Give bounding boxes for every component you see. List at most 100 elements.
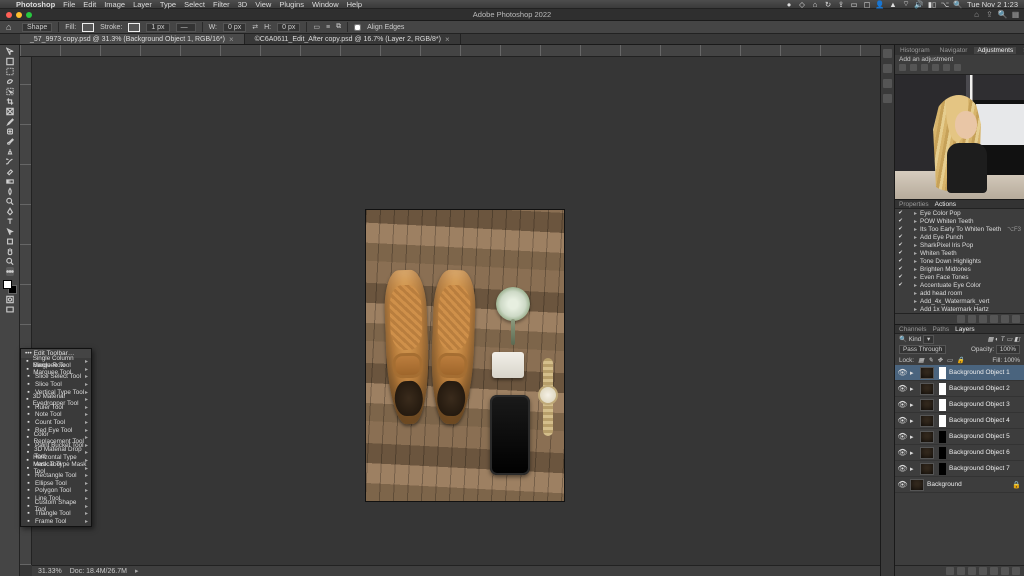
tab-swatches[interactable]: Swatches [1020, 47, 1024, 54]
action-row[interactable]: ▸Add 1x Watermark Hartz [895, 305, 1024, 313]
adj-exposure-icon[interactable] [932, 64, 939, 71]
filter-shape-icon[interactable]: ▭ [1006, 336, 1012, 343]
frame-tool[interactable] [6, 107, 14, 116]
clone-stamp-tool[interactable] [6, 147, 14, 156]
adj-levels-icon[interactable] [910, 64, 917, 71]
layer-thumbnail[interactable] [920, 447, 934, 459]
layer-thumbnail[interactable] [920, 415, 934, 427]
chevron-right-icon[interactable]: ▸ [914, 234, 917, 241]
lock-all-icon[interactable]: 🔒 [957, 356, 965, 364]
flyout-item[interactable]: ▪Vertical Type Mask Tool▸ [21, 464, 91, 472]
layer-fx-icon[interactable] [957, 567, 965, 575]
edit-toolbar-button[interactable] [6, 267, 14, 276]
actions-newset-icon[interactable] [990, 315, 998, 323]
cloud-docs-icon[interactable]: ⌂ [972, 10, 981, 19]
status-cast-icon[interactable]: ▭ [850, 0, 858, 8]
chevron-right-icon[interactable]: ▸ [910, 401, 917, 409]
action-enabled-checkbox[interactable]: ✔ [898, 251, 903, 256]
dock-icon-gradients[interactable] [883, 79, 892, 88]
blend-mode-select[interactable]: Pass Through [899, 345, 946, 354]
action-dialog-checkbox[interactable] [906, 259, 911, 264]
stroke-width-input[interactable]: 1 px [146, 23, 169, 32]
action-enabled-checkbox[interactable] [898, 307, 903, 312]
type-tool[interactable] [6, 217, 14, 226]
document-tab-1[interactable]: _57_9973 copy.psd @ 31.3% (Background Ob… [20, 34, 245, 44]
chevron-right-icon[interactable]: ▸ [914, 290, 917, 297]
tab-layers[interactable]: Layers [955, 326, 975, 333]
brush-tool[interactable] [6, 137, 14, 146]
action-dialog-checkbox[interactable] [906, 227, 911, 232]
status-volume-icon[interactable]: 🔊 [915, 0, 923, 8]
tab-paths[interactable]: Paths [932, 326, 949, 333]
marquee-tool[interactable] [6, 67, 14, 76]
menubar-help[interactable]: Help [347, 0, 362, 9]
action-row[interactable]: ✔▸Add Eye Punch [895, 233, 1024, 241]
dock-icon-patterns[interactable] [883, 94, 892, 103]
action-enabled-checkbox[interactable]: ✔ [898, 267, 903, 272]
action-row[interactable]: ✔▸Accentuate Eye Color [895, 281, 1024, 289]
dodge-tool[interactable] [6, 197, 14, 206]
status-share-icon[interactable]: ⇪ [837, 0, 845, 8]
path-ops-icon[interactable]: ▭ [313, 23, 320, 31]
screen-mode-toggle[interactable] [6, 305, 14, 314]
layer-mask-icon[interactable] [968, 567, 976, 575]
visibility-toggle[interactable]: 👁 [898, 432, 907, 441]
action-row[interactable]: ▸Add_4x_Watermark_vert [895, 297, 1024, 305]
action-row[interactable]: ✔▸Brighten Midtones [895, 265, 1024, 273]
close-icon[interactable]: × [445, 35, 450, 44]
menubar-window[interactable]: Window [312, 0, 339, 9]
action-row[interactable]: ✔▸Tone Down Highlights [895, 257, 1024, 265]
menubar-edit[interactable]: Edit [83, 0, 96, 9]
adj-brightness-icon[interactable] [899, 64, 906, 71]
flyout-item[interactable]: ▪3D Material Eyedropper Tool▸ [21, 396, 91, 404]
layer-name[interactable]: Background Object 3 [949, 401, 1010, 408]
status-search-icon[interactable]: 🔍 [954, 0, 962, 8]
flyout-item[interactable]: ▪Single Row Marquee Tool▸ [21, 366, 91, 374]
action-row[interactable]: ✔▸SharkPixel Iris Pop [895, 241, 1024, 249]
stroke-swatch[interactable] [128, 23, 140, 32]
layer-mask-thumbnail[interactable] [939, 415, 946, 427]
flyout-item[interactable]: ▪Triangle Tool▸ [21, 510, 91, 518]
flyout-item[interactable]: ▪Note Tool▸ [21, 411, 91, 419]
chevron-right-icon[interactable]: ▸ [914, 298, 917, 305]
chevron-right-icon[interactable]: ▸ [914, 250, 917, 257]
chevron-right-icon[interactable]: ▸ [914, 266, 917, 273]
layer-row[interactable]: 👁▸Background Object 6 [895, 445, 1024, 461]
action-enabled-checkbox[interactable]: ✔ [898, 283, 903, 288]
flyout-item[interactable]: ▪Slice Select Tool▸ [21, 373, 91, 381]
layer-row[interactable]: 👁▸Background Object 2 [895, 381, 1024, 397]
adj-hue-icon[interactable] [954, 64, 961, 71]
crop-tool[interactable] [6, 97, 14, 106]
layer-name[interactable]: Background Object 2 [949, 385, 1010, 392]
actions-new-icon[interactable] [1001, 315, 1009, 323]
visibility-toggle[interactable]: 👁 [898, 464, 907, 473]
action-dialog-checkbox[interactable] [906, 299, 911, 304]
action-enabled-checkbox[interactable]: ✔ [898, 275, 903, 280]
layer-mask-thumbnail[interactable] [939, 399, 946, 411]
status-battery-icon[interactable]: ▮▯ [928, 0, 936, 8]
status-record-icon[interactable]: ● [785, 0, 793, 8]
action-dialog-checkbox[interactable] [906, 307, 911, 312]
action-row[interactable]: ✔▸Whiten Teeth [895, 249, 1024, 257]
layer-row[interactable]: 👁▸Background Object 5 [895, 429, 1024, 445]
layer-row[interactable]: 👁▸Background Object 7 [895, 461, 1024, 477]
move-tool[interactable] [6, 47, 14, 56]
chevron-right-icon[interactable]: ▸ [914, 274, 917, 281]
status-display-icon[interactable]: ▢ [863, 0, 871, 8]
visibility-toggle[interactable]: 👁 [898, 384, 907, 393]
layer-mask-thumbnail[interactable] [939, 463, 946, 475]
shape-mode-select[interactable]: Shape [22, 23, 52, 32]
chevron-right-icon[interactable]: ▸ [914, 242, 917, 249]
layer-name[interactable]: Background Object 4 [949, 417, 1010, 424]
opacity-input[interactable]: 100% [996, 345, 1020, 354]
visibility-toggle[interactable]: 👁 [898, 480, 907, 489]
flyout-item[interactable]: ▪Frame Tool▸ [21, 517, 91, 525]
quick-mask-toggle[interactable] [6, 295, 14, 304]
zoom-tool[interactable] [6, 257, 14, 266]
stroke-style-select[interactable]: — [176, 23, 196, 32]
filter-adj-icon[interactable]: ◐ [995, 336, 999, 343]
doc-size[interactable]: Doc: 18.4M/26.7M [70, 568, 127, 575]
share-icon[interactable]: ⇪ [985, 10, 994, 19]
home-icon[interactable]: ⌂ [6, 22, 16, 32]
lock-artboard-icon[interactable]: ▭ [947, 357, 953, 364]
